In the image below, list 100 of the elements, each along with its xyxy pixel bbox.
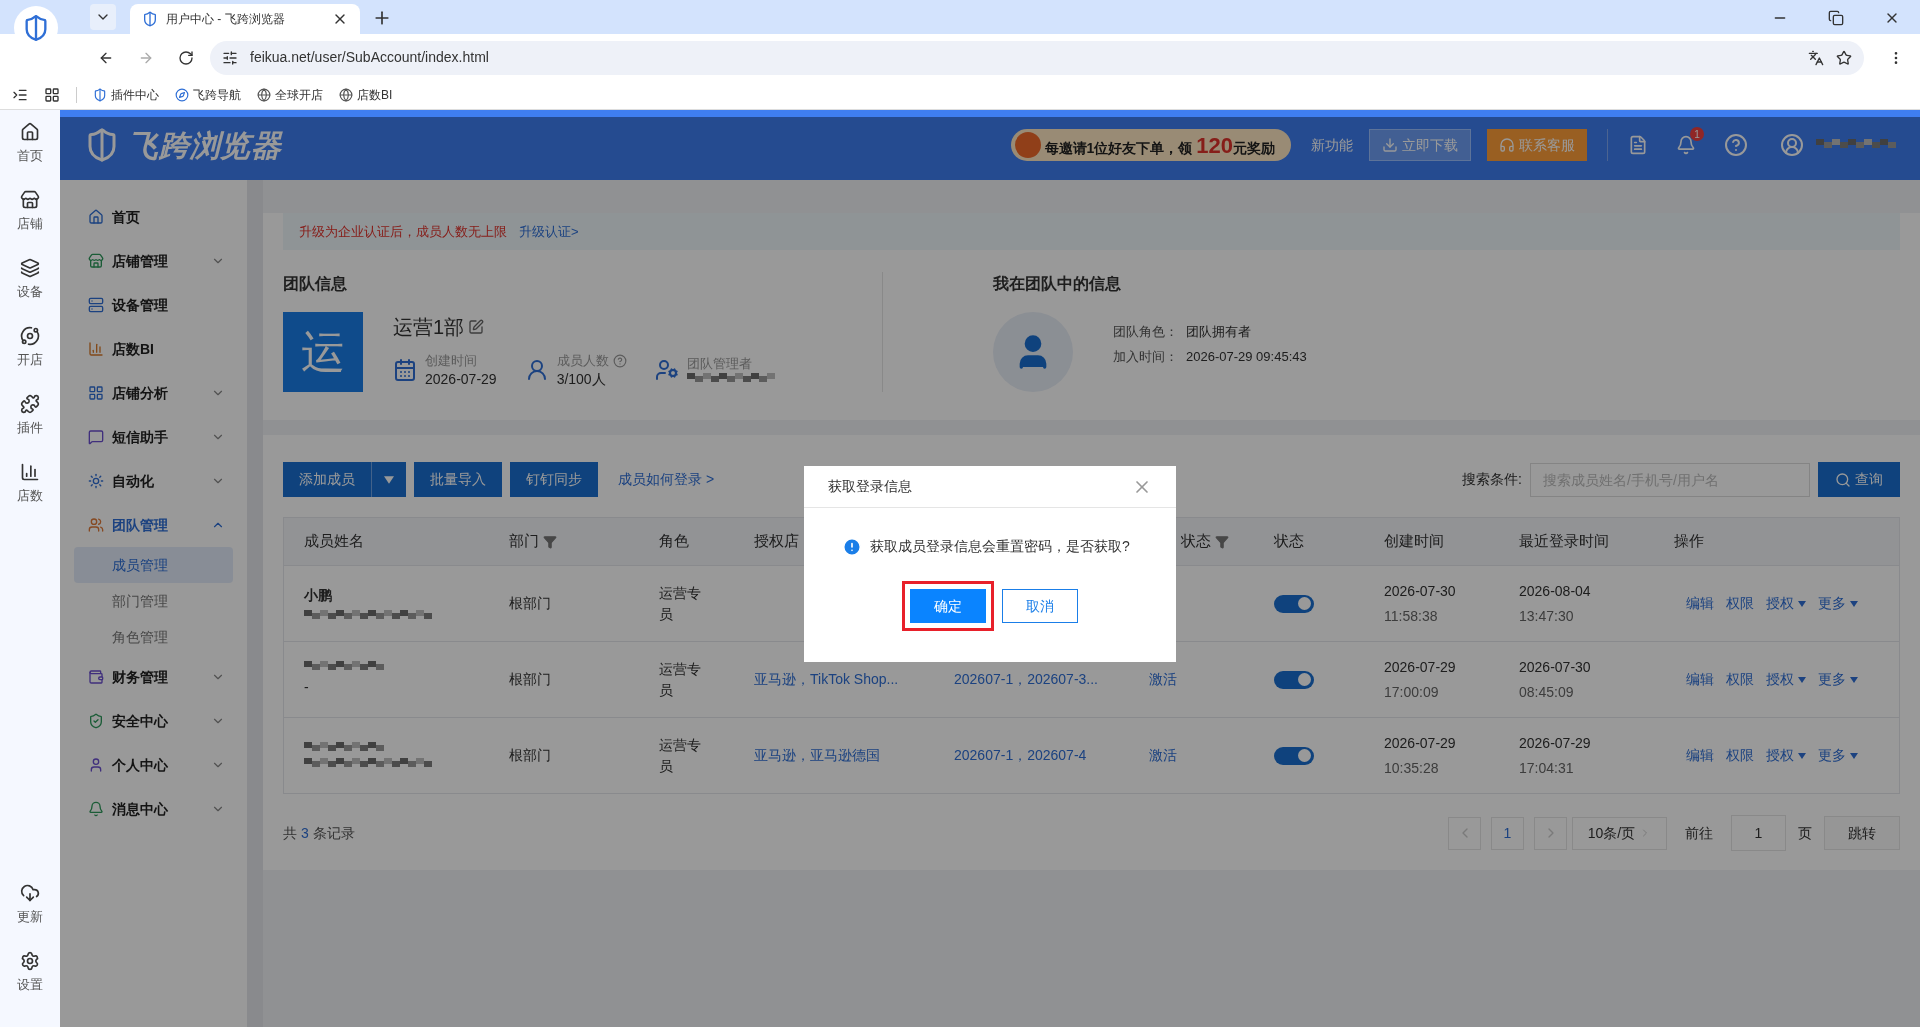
- tab-list-button[interactable]: [90, 4, 116, 30]
- rail-item[interactable]: 开店: [17, 326, 43, 394]
- activate-link[interactable]: 激活: [1149, 671, 1177, 687]
- download-button[interactable]: 立即下载: [1369, 129, 1471, 161]
- browser-tab[interactable]: 用户中心 - 飞跨浏览器: [130, 4, 360, 34]
- sidebar-subitem[interactable]: 角色管理: [74, 619, 233, 655]
- info-value: 2026-07-29 09:45:43: [1186, 348, 1307, 366]
- table-cell-text: 17:00:09: [1384, 682, 1440, 702]
- sidebar-item[interactable]: 首页: [60, 195, 247, 239]
- help-icon[interactable]: [612, 354, 627, 368]
- account-link[interactable]: 202607-1，202607-3...: [954, 671, 1098, 687]
- section-title: 我在团队中的信息: [993, 274, 1122, 294]
- sync-button[interactable]: 钉钉同步: [510, 462, 598, 497]
- edit-icon[interactable]: [468, 319, 485, 335]
- page-unit-label: 页: [1798, 823, 1812, 843]
- shield-icon: [93, 88, 107, 102]
- url-text: feikua.net/user/SubAccount/index.html: [250, 48, 490, 67]
- sidebar-item[interactable]: 消息中心: [60, 787, 247, 831]
- notification-icon[interactable]: [1676, 135, 1696, 155]
- address-bar[interactable]: feikua.net/user/SubAccount/index.html: [210, 40, 1864, 75]
- shield-icon: [88, 713, 104, 729]
- bookmark-item[interactable]: 飞跨导航: [175, 86, 241, 104]
- action-link[interactable]: 更多: [1818, 745, 1858, 766]
- support-button[interactable]: 联系客服: [1487, 129, 1587, 161]
- sidebar-subitem[interactable]: 成员管理: [74, 547, 233, 583]
- bookmark-star-icon[interactable]: [1836, 49, 1852, 66]
- action-link[interactable]: 授权: [1766, 593, 1806, 614]
- bookmark-item[interactable]: 全球开店: [257, 86, 323, 104]
- document-icon[interactable]: [1628, 135, 1648, 155]
- confirm-button[interactable]: 确定: [910, 589, 986, 623]
- home-icon: [88, 209, 104, 225]
- reload-icon[interactable]: [178, 49, 194, 66]
- restore-icon[interactable]: [1828, 10, 1844, 26]
- table-cell: 运营专员: [659, 736, 701, 774]
- search-icon: [1835, 471, 1851, 488]
- bookmark-item[interactable]: 插件中心: [93, 86, 159, 104]
- team-name: 运营1部: [393, 315, 465, 340]
- bookmark-item[interactable]: 店数BI: [339, 86, 393, 104]
- rail-item[interactable]: 店数: [17, 462, 43, 530]
- new-features-link[interactable]: 新功能: [1311, 134, 1353, 156]
- server-icon: [88, 297, 104, 313]
- sidebar-toggle-icon[interactable]: [12, 87, 28, 103]
- sidebar-subitem[interactable]: 部门管理: [74, 583, 233, 619]
- member-name: 小鹏: [304, 586, 333, 605]
- status-toggle[interactable]: [1274, 670, 1314, 689]
- status-toggle[interactable]: [1274, 594, 1314, 613]
- globe-icon: [339, 88, 353, 102]
- rail-item[interactable]: 设置: [17, 951, 43, 1019]
- status-toggle[interactable]: [1274, 746, 1314, 765]
- sidebar-item[interactable]: 财务管理: [60, 655, 247, 699]
- translate-icon[interactable]: [1808, 49, 1824, 66]
- rail-item[interactable]: 更新: [17, 883, 43, 951]
- rail-item[interactable]: 插件: [17, 394, 43, 462]
- page-button[interactable]: 1: [1491, 816, 1524, 850]
- search-button[interactable]: 查询: [1818, 462, 1900, 497]
- action-link[interactable]: 编辑: [1686, 745, 1714, 766]
- rail-item[interactable]: 设备: [17, 258, 43, 326]
- store-link[interactable]: 亚马逊，TikTok Shop...: [754, 671, 899, 687]
- promo-banner[interactable]: 每邀请1位好友下单，领 120元奖励: [1010, 129, 1291, 161]
- info-label: 团队角色：: [1113, 322, 1178, 341]
- activate-link[interactable]: 激活: [1149, 747, 1177, 763]
- action-link[interactable]: 授权: [1766, 745, 1806, 766]
- filter-icon[interactable]: [543, 534, 557, 549]
- action-link[interactable]: 编辑: [1686, 669, 1714, 690]
- headset-icon: [1499, 137, 1515, 153]
- filter-icon[interactable]: [1215, 534, 1229, 549]
- sidebar-item[interactable]: 店铺分析: [60, 371, 247, 415]
- help-link[interactable]: 成员如何登录 >: [618, 469, 715, 490]
- store-link[interactable]: 亚马逊，亚马逊德国: [754, 747, 880, 763]
- sidebar-item[interactable]: 短信助手: [60, 415, 247, 459]
- rail-item[interactable]: 店铺: [17, 190, 43, 258]
- page-input[interactable]: 1: [1731, 815, 1786, 851]
- action-link[interactable]: 权限: [1726, 669, 1754, 690]
- action-link[interactable]: 授权: [1766, 669, 1806, 690]
- apps-icon[interactable]: [44, 87, 60, 103]
- chart-icon: [88, 341, 104, 357]
- action-link[interactable]: 更多: [1818, 593, 1858, 614]
- jump-button[interactable]: 跳转: [1824, 816, 1900, 850]
- sidebar-item[interactable]: 店数BI: [60, 327, 247, 371]
- sidebar-item[interactable]: 自动化: [60, 459, 247, 503]
- cancel-button[interactable]: 取消: [1002, 589, 1078, 623]
- sidebar-item[interactable]: 安全中心: [60, 699, 247, 743]
- upgrade-link[interactable]: 升级认证>: [519, 221, 579, 242]
- rail-item[interactable]: 首页: [17, 122, 43, 190]
- user-avatar-icon[interactable]: [1780, 133, 1804, 157]
- caret-icon: [1798, 676, 1806, 683]
- site-info-icon[interactable]: [222, 49, 238, 66]
- action-link[interactable]: 权限: [1726, 593, 1754, 614]
- action-link[interactable]: 更多: [1818, 669, 1858, 690]
- action-link[interactable]: 编辑: [1686, 593, 1714, 614]
- action-link[interactable]: 权限: [1726, 745, 1754, 766]
- bell-icon: [88, 801, 104, 817]
- add-member-button[interactable]: 添加成员: [283, 462, 406, 497]
- sidebar-item[interactable]: 设备管理: [60, 283, 247, 327]
- account-link[interactable]: 202607-1，202607-4: [954, 747, 1087, 763]
- page-size-select[interactable]: 10条/页: [1572, 816, 1667, 850]
- sidebar-item[interactable]: 个人中心: [60, 743, 247, 787]
- import-button[interactable]: 批量导入: [414, 462, 502, 497]
- sidebar-item[interactable]: 店铺管理: [60, 239, 247, 283]
- sidebar-item[interactable]: 团队管理: [60, 503, 247, 547]
